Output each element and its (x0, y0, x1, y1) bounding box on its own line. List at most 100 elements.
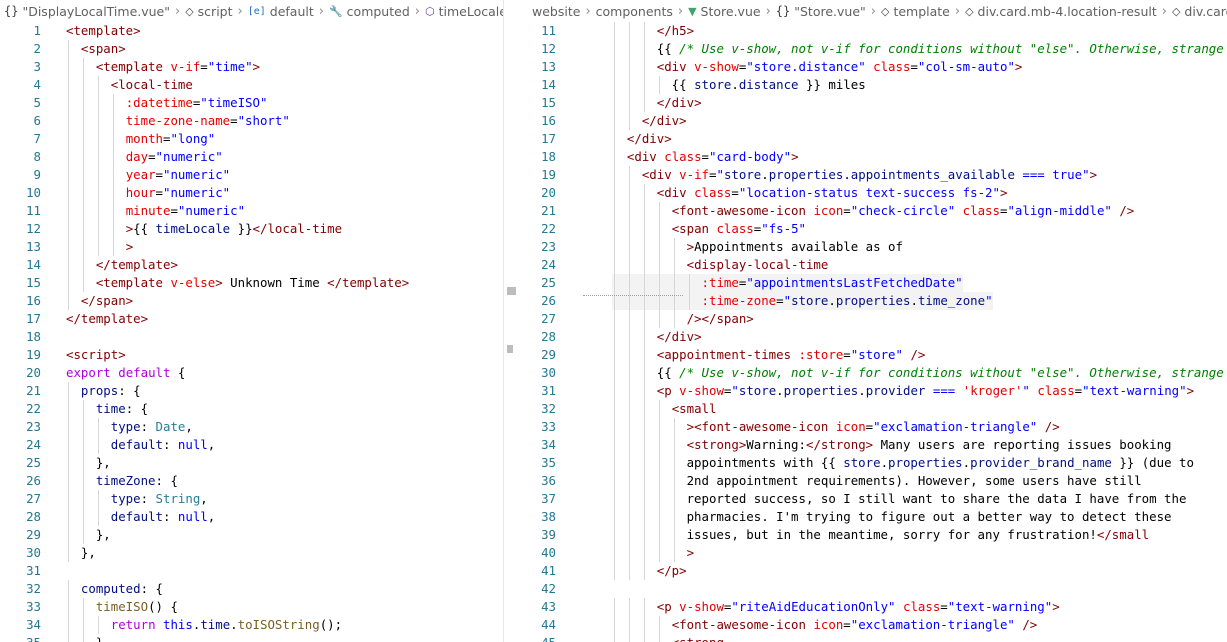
breadcrumb-item[interactable]: ▼ Store.vue (688, 4, 761, 19)
indent-guide (614, 472, 615, 490)
code-area-left[interactable]: 1 <template> 2 <span> 3 <template v-if="tim… (0, 22, 503, 642)
code-line[interactable]: 14 </template> (0, 256, 503, 274)
code-line[interactable]: 12 >{{ timeLocale }}</local-time (0, 220, 503, 238)
code-text: </div> (626, 131, 672, 146)
code-line[interactable]: 5 :datetime="timeISO" (0, 94, 503, 112)
code-line[interactable]: 14 {{ store.distance }} miles (518, 76, 1227, 94)
indent-guide (643, 454, 645, 472)
code-line[interactable]: 13 > (0, 238, 503, 256)
code-line[interactable]: 27 type: String, (0, 490, 503, 508)
editor-pane-right[interactable]: website › components › ▼ Store.vue ›{} "Store.v… (518, 0, 1227, 642)
code-line[interactable]: 26 timeZone: { (0, 472, 503, 490)
code-line[interactable]: 31 <p v-show="store.properties.provider … (518, 382, 1227, 400)
code-text: <template v-if="time"> (95, 59, 260, 74)
code-line[interactable]: 18 <div class="card-body"> (518, 148, 1227, 166)
code-line[interactable]: 15 </div> (518, 94, 1227, 112)
line-number: 25 (26, 455, 41, 470)
code-line[interactable]: 4 <local-time (0, 76, 503, 94)
code-line[interactable]: 37 reported success, so I still want to … (518, 490, 1227, 508)
breadcrumb-item[interactable]: ◇ script (185, 4, 232, 19)
code-line[interactable]: 6 time-zone-name="short" (0, 112, 503, 130)
editor-pane-left[interactable]: {} "DisplayLocalTime.vue" › ◇ script › [e] defa… (0, 0, 503, 642)
code-line[interactable]: 9 year="numeric" (0, 166, 503, 184)
code-line[interactable]: 32 computed: { (0, 580, 503, 598)
code-line[interactable]: 8 day="numeric" (0, 148, 503, 166)
code-line[interactable]: 29 <appointment-times :store="store" /> (518, 346, 1227, 364)
indent-guide (68, 400, 69, 418)
code-line[interactable]: 29 }, (0, 526, 503, 544)
code-line[interactable]: 20 export default { (0, 364, 503, 382)
code-line[interactable]: 40 > (518, 544, 1227, 562)
code-line[interactable]: 18 (0, 328, 503, 346)
code-line[interactable]: 16 </div> (518, 112, 1227, 130)
code-line[interactable]: 20 <div class="location-status text-succ… (518, 184, 1227, 202)
code-line[interactable]: 17 </template> (0, 310, 503, 328)
code-line[interactable]: 34 <strong>Warning:</strong> Many users … (518, 436, 1227, 454)
code-line[interactable]: 28 default: null, (0, 508, 503, 526)
code-line[interactable]: 36 2nd appointment requirements). Howeve… (518, 472, 1227, 490)
code-text: </div> (656, 95, 702, 110)
breadcrumb-item[interactable]: {} "Store.vue" (776, 4, 866, 19)
indent-guide (643, 94, 645, 112)
indent-guide (643, 238, 645, 256)
code-line[interactable]: 11 minute="numeric" (0, 202, 503, 220)
code-line[interactable]: 35 appointments with {{ store.properties… (518, 454, 1227, 472)
code-line[interactable]: 16 </span> (0, 292, 503, 310)
code-line[interactable]: 42 (518, 580, 1227, 598)
breadcrumb-item[interactable]: website (532, 4, 580, 19)
code-line[interactable]: 25 }, (0, 454, 503, 472)
code-line[interactable]: 23 type: Date, (0, 418, 503, 436)
code-line[interactable]: 43 <p v-show="riteAidEducationOnly" clas… (518, 598, 1227, 616)
code-area-right[interactable]: 11 </h5> 12 {{ /* Use v-show, not v-if fo… (518, 22, 1227, 642)
breadcrumb-item[interactable]: {} "DisplayLocalTime.vue" (4, 4, 170, 19)
code-line[interactable]: 39 issues, but in the meantime, sorry fo… (518, 526, 1227, 544)
code-line[interactable]: 24 <display-local-time (518, 256, 1227, 274)
code-line[interactable]: 28 </div> (518, 328, 1227, 346)
code-line[interactable]: 32 <small (518, 400, 1227, 418)
code-line[interactable]: 41 </p> (518, 562, 1227, 580)
code-text: <script> (66, 347, 126, 362)
code-line[interactable]: 33 ><font-awesome-icon icon="exclamation… (518, 418, 1227, 436)
code-line[interactable]: 7 month="long" (0, 130, 503, 148)
code-line[interactable]: 22 <span class="fs-5" (518, 220, 1227, 238)
code-line[interactable]: 44 <font-awesome-icon icon="exclamation-… (518, 616, 1227, 634)
code-line[interactable]: 17 </div> (518, 130, 1227, 148)
indent-guide (614, 238, 615, 256)
code-line[interactable]: 34 return this.time.toISOString(); (0, 616, 503, 634)
code-line[interactable]: 13 <div v-show="store.distance" class="c… (518, 58, 1227, 76)
code-line[interactable]: 35 } (0, 634, 503, 642)
code-line[interactable]: 11 </h5> (518, 22, 1227, 40)
line-number: 24 (26, 437, 41, 452)
breadcrumb-item[interactable]: ⬡ timeLocale (425, 4, 503, 19)
code-line[interactable]: 23 >Appointments available as of (518, 238, 1227, 256)
code-line[interactable]: 27 /></span> (518, 310, 1227, 328)
code-line[interactable]: 15 <template v-else> Unknown Time </temp… (0, 274, 503, 292)
code-line[interactable]: 12 {{ /* Use v-show, not v-if for condit… (518, 40, 1227, 58)
code-line[interactable]: 25 :time="appointmentsLastFetchedDate" (518, 274, 1227, 292)
code-line[interactable]: 19 <script> (0, 346, 503, 364)
code-line[interactable]: 21 <font-awesome-icon icon="check-circle… (518, 202, 1227, 220)
breadcrumb-item[interactable]: [e] default (248, 4, 314, 19)
indent-guide (68, 238, 69, 256)
code-line[interactable]: 22 time: { (0, 400, 503, 418)
breadcrumb-item[interactable]: components (596, 4, 673, 19)
code-line[interactable]: 45 <strong (518, 634, 1227, 642)
breadcrumb-item[interactable]: 🔧 computed (329, 4, 410, 19)
code-line[interactable]: 31 (0, 562, 503, 580)
code-line[interactable]: 1 <template> (0, 22, 503, 40)
code-line[interactable]: 30 }, (0, 544, 503, 562)
code-line[interactable]: 3 <template v-if="time"> (0, 58, 503, 76)
indent-guide (688, 274, 690, 292)
breadcrumb-item[interactable]: ◇ div.card.mb-4.location-result (965, 4, 1157, 19)
breadcrumb-item[interactable]: ◇ template (881, 4, 950, 19)
code-line[interactable]: 19 <div v-if="store.properties.appointme… (518, 166, 1227, 184)
code-line[interactable]: 33 timeISO() { (0, 598, 503, 616)
pane-divider[interactable] (503, 0, 519, 642)
code-line[interactable]: 30 {{ /* Use v-show, not v-if for condit… (518, 364, 1227, 382)
code-line[interactable]: 10 hour="numeric" (0, 184, 503, 202)
code-line[interactable]: 38 pharmacies. I'm trying to figure out … (518, 508, 1227, 526)
code-line[interactable]: 24 default: null, (0, 436, 503, 454)
code-line[interactable]: 21 props: { (0, 382, 503, 400)
breadcrumb-item[interactable]: ◇div.card- (1172, 4, 1227, 19)
code-line[interactable]: 2 <span> (0, 40, 503, 58)
